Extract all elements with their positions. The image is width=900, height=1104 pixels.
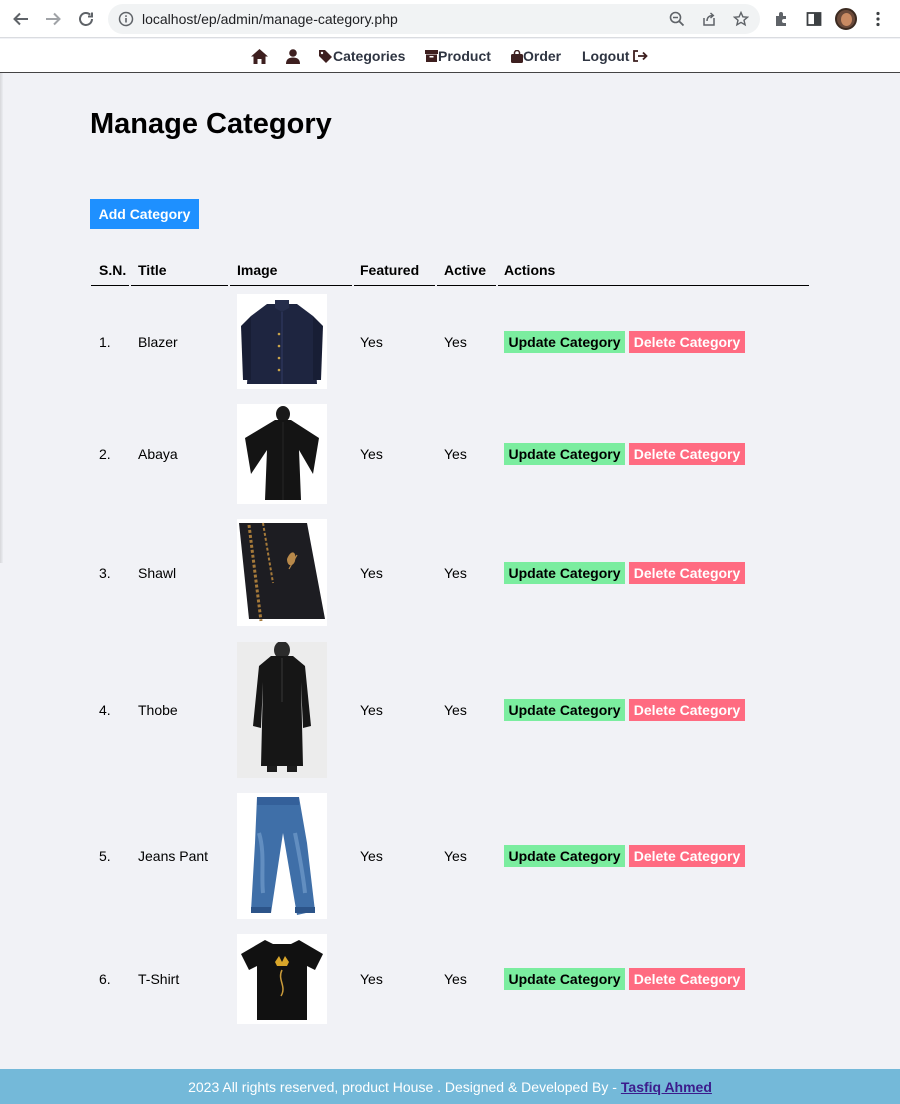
extensions-icon[interactable] bbox=[772, 9, 792, 29]
menu-order[interactable]: Order bbox=[511, 47, 561, 65]
header-title: Title bbox=[138, 262, 167, 278]
page-title: Manage Category bbox=[90, 108, 332, 140]
row-sn: 6. bbox=[99, 971, 111, 987]
menu-categories-label: Categories bbox=[333, 48, 406, 64]
site-info-icon[interactable] bbox=[118, 11, 134, 32]
delete-category-button[interactable]: Delete Category bbox=[629, 699, 745, 721]
row-featured: Yes bbox=[360, 334, 383, 350]
site-menu: Categories Product Order Logout bbox=[0, 39, 900, 73]
menu-product[interactable]: Product bbox=[425, 47, 491, 65]
header-underline bbox=[437, 285, 496, 286]
header-image: Image bbox=[237, 262, 278, 278]
update-category-button[interactable]: Update Category bbox=[504, 562, 625, 584]
row-active: Yes bbox=[444, 565, 467, 581]
update-category-button[interactable]: Update Category bbox=[504, 331, 625, 353]
row-title: Blazer bbox=[138, 334, 178, 350]
row-active: Yes bbox=[444, 702, 467, 718]
row-sn: 4. bbox=[99, 702, 111, 718]
row-active: Yes bbox=[444, 848, 467, 864]
update-category-button[interactable]: Update Category bbox=[504, 443, 625, 465]
logout-icon bbox=[633, 50, 649, 62]
avatar-face bbox=[841, 13, 852, 26]
category-image-blazer bbox=[237, 294, 327, 389]
row-title: Shawl bbox=[138, 565, 177, 581]
row-title: Thobe bbox=[138, 702, 178, 718]
header-active: Active bbox=[444, 262, 487, 278]
menu-logout[interactable]: Logout bbox=[582, 47, 649, 65]
delete-category-button[interactable]: Delete Category bbox=[629, 968, 745, 990]
side-panel-icon[interactable] bbox=[804, 9, 824, 29]
url-text[interactable]: localhost/ep/admin/manage-category.php bbox=[142, 11, 398, 27]
category-image-shawl bbox=[237, 519, 327, 626]
header-sn: S.N. bbox=[99, 262, 127, 278]
home-link[interactable] bbox=[251, 47, 268, 65]
menu-dots-icon[interactable] bbox=[868, 9, 888, 29]
profile-avatar[interactable] bbox=[835, 8, 857, 30]
footer-author-link[interactable]: Tasfiq Ahmed bbox=[621, 1079, 712, 1095]
delete-category-button[interactable]: Delete Category bbox=[629, 331, 745, 353]
row-featured: Yes bbox=[360, 446, 383, 462]
box-icon bbox=[425, 50, 438, 62]
header-actions: Actions bbox=[504, 262, 556, 278]
user-icon bbox=[286, 48, 300, 64]
zoom-icon[interactable] bbox=[668, 10, 686, 28]
back-icon[interactable] bbox=[9, 7, 33, 31]
footer-text: 2023 All rights reserved, product House … bbox=[188, 1078, 617, 1095]
row-active: Yes bbox=[444, 971, 467, 987]
category-image-thobe bbox=[237, 642, 327, 778]
reload-icon[interactable] bbox=[74, 7, 98, 31]
address-bar[interactable]: localhost/ep/admin/manage-category.php bbox=[108, 4, 760, 34]
row-active: Yes bbox=[444, 446, 467, 462]
bookmark-star-icon[interactable] bbox=[732, 10, 750, 28]
menu-order-label: Order bbox=[523, 48, 562, 64]
row-title: T-Shirt bbox=[138, 971, 180, 987]
page-edge-shadow bbox=[0, 73, 3, 563]
row-featured: Yes bbox=[360, 702, 383, 718]
tags-icon bbox=[319, 49, 332, 63]
shopping-bag-icon bbox=[511, 49, 523, 63]
home-icon bbox=[251, 48, 268, 64]
header-underline bbox=[230, 285, 352, 286]
delete-category-button[interactable]: Delete Category bbox=[629, 443, 745, 465]
footer: 2023 All rights reserved, product House … bbox=[0, 1069, 900, 1104]
browser-toolbar: localhost/ep/admin/manage-category.php bbox=[0, 0, 900, 38]
row-sn: 2. bbox=[99, 446, 111, 462]
row-featured: Yes bbox=[360, 848, 383, 864]
row-sn: 3. bbox=[99, 565, 111, 581]
row-sn: 1. bbox=[99, 334, 111, 350]
row-featured: Yes bbox=[360, 971, 383, 987]
row-title: Abaya bbox=[138, 446, 178, 462]
header-underline bbox=[131, 285, 228, 286]
menu-logout-label: Logout bbox=[582, 48, 630, 64]
forward-icon[interactable] bbox=[41, 7, 65, 31]
delete-category-button[interactable]: Delete Category bbox=[629, 562, 745, 584]
menu-categories[interactable]: Categories bbox=[319, 47, 405, 65]
menu-product-label: Product bbox=[438, 48, 491, 64]
row-sn: 5. bbox=[99, 848, 111, 864]
update-category-button[interactable]: Update Category bbox=[504, 699, 625, 721]
row-title: Jeans Pant bbox=[138, 848, 209, 864]
update-category-button[interactable]: Update Category bbox=[504, 845, 625, 867]
header-underline bbox=[91, 285, 129, 286]
header-underline bbox=[354, 285, 435, 286]
header-underline bbox=[498, 285, 809, 286]
row-active: Yes bbox=[444, 334, 467, 350]
profile-link[interactable] bbox=[286, 47, 300, 65]
header-featured: Featured bbox=[360, 262, 420, 278]
category-image-t-shirt bbox=[237, 934, 327, 1024]
row-featured: Yes bbox=[360, 565, 383, 581]
category-image-abaya bbox=[237, 404, 327, 504]
delete-category-button[interactable]: Delete Category bbox=[629, 845, 745, 867]
category-image-jeans-pant bbox=[237, 793, 327, 919]
share-icon[interactable] bbox=[700, 10, 718, 28]
add-category-button[interactable]: Add Category bbox=[90, 199, 199, 229]
update-category-button[interactable]: Update Category bbox=[504, 968, 625, 990]
